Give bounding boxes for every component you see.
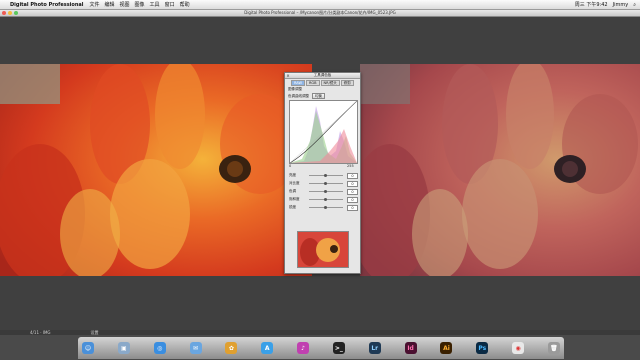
tab-trim[interactable]: 修剪 bbox=[340, 80, 354, 86]
palette-titlebar[interactable]: × 工具调色板 bbox=[285, 73, 360, 79]
menu-edit[interactable]: 编辑 bbox=[105, 1, 115, 8]
hue-value[interactable]: 0 bbox=[347, 189, 358, 195]
dock: ☺ ▣ ◎ ✉ ✿ A ♪ >_ Lr Id Ai Ps ◉ 🗑 bbox=[78, 337, 564, 359]
safari-icon[interactable]: ◎ bbox=[153, 342, 166, 354]
slider-row-brightness: 亮度 0 bbox=[285, 173, 360, 179]
hue-slider[interactable] bbox=[309, 190, 343, 193]
curve-mode-button[interactable]: 均衡 bbox=[312, 93, 325, 99]
contrast-value[interactable]: 0 bbox=[347, 181, 358, 187]
user-name[interactable]: Jimmy bbox=[613, 2, 629, 8]
menu-file[interactable]: 文件 bbox=[89, 1, 99, 8]
status-left: 4/11 · IMG bbox=[30, 330, 51, 335]
slider-row-contrast: 对比度 0 bbox=[285, 181, 360, 187]
photo-before[interactable] bbox=[0, 64, 312, 276]
mail-icon[interactable]: ✉ bbox=[189, 342, 202, 354]
tab-nr-lens[interactable]: NR/镜头 bbox=[320, 80, 340, 86]
illustrator-icon[interactable]: Ai bbox=[440, 342, 453, 354]
photoshop-icon[interactable]: Ps bbox=[476, 342, 489, 354]
palette-title: 工具调色板 bbox=[313, 73, 332, 77]
slider-label: 亮度 bbox=[289, 173, 296, 177]
menu-bar: Digital Photo Professional 文件 编辑 视图 图像 工… bbox=[0, 0, 640, 10]
sharpness-slider[interactable] bbox=[309, 206, 343, 209]
sharpness-value[interactable]: 0 bbox=[347, 205, 358, 211]
close-button[interactable] bbox=[2, 11, 6, 15]
status-bar: 4/11 · IMG 设置 bbox=[0, 330, 640, 335]
menu-view[interactable]: 视图 bbox=[120, 1, 130, 8]
window-title: Digital Photo Professional – /Mycanon图片/… bbox=[244, 10, 396, 15]
itunes-icon[interactable]: ♪ bbox=[297, 342, 310, 354]
preview-icon[interactable]: ▣ bbox=[117, 342, 130, 354]
menu-image[interactable]: 图像 bbox=[135, 1, 145, 8]
slider-row-sharpness: 锐度 0 bbox=[285, 205, 360, 211]
slider-label: 色调 bbox=[289, 189, 296, 193]
tab-raw[interactable]: RAW bbox=[291, 80, 305, 86]
section-curve: 色调曲线调整 均衡 bbox=[288, 93, 325, 99]
slider-row-hue: 色调 0 bbox=[285, 189, 360, 195]
terminal-icon[interactable]: >_ bbox=[332, 342, 345, 354]
level-low: 0 bbox=[289, 164, 292, 168]
tone-curve-graph[interactable] bbox=[289, 100, 358, 164]
app-menu[interactable]: Digital Photo Professional bbox=[10, 2, 83, 8]
tab-rgb[interactable]: RGB bbox=[305, 80, 320, 86]
chrome-icon[interactable]: ◉ bbox=[512, 342, 525, 354]
slider-label: 锐度 bbox=[289, 205, 296, 209]
menu-tools[interactable]: 工具 bbox=[150, 1, 160, 8]
slider-row-saturation: 饱和度 0 bbox=[285, 197, 360, 203]
status-mid: 设置 bbox=[90, 330, 99, 335]
minimize-button[interactable] bbox=[8, 11, 12, 15]
close-icon[interactable]: × bbox=[286, 73, 290, 78]
photos-icon[interactable]: ✿ bbox=[225, 342, 238, 354]
photo-after[interactable] bbox=[360, 64, 640, 276]
section-image-adjust: 图像调整 bbox=[288, 87, 302, 92]
slider-label: 饱和度 bbox=[289, 197, 300, 201]
menu-help[interactable]: 帮助 bbox=[180, 1, 190, 8]
brightness-value[interactable]: 0 bbox=[347, 173, 358, 179]
menu-window[interactable]: 窗口 bbox=[165, 1, 175, 8]
tool-palette: × 工具调色板 RAW RGB NR/镜头 修剪 图像调整 色调曲线调整 均衡 … bbox=[284, 72, 361, 274]
window-titlebar: Digital Photo Professional – /Mycanon图片/… bbox=[0, 10, 640, 17]
finder-icon[interactable]: ☺ bbox=[82, 342, 94, 354]
slider-label: 对比度 bbox=[289, 181, 300, 185]
level-high: 255 bbox=[347, 164, 354, 168]
contrast-slider[interactable] bbox=[309, 182, 343, 185]
app-store-icon[interactable]: A bbox=[261, 342, 274, 354]
navigator-thumbnail[interactable] bbox=[297, 231, 349, 268]
palette-tabs: RAW RGB NR/镜头 修剪 bbox=[285, 79, 360, 87]
zoom-button[interactable] bbox=[14, 11, 18, 15]
search-icon[interactable]: ⌕ bbox=[633, 2, 636, 8]
trash-icon[interactable]: 🗑 bbox=[547, 342, 560, 354]
saturation-slider[interactable] bbox=[309, 198, 343, 201]
clock[interactable]: 周三 下午9:42 bbox=[575, 1, 608, 8]
section-curve-label: 色调曲线调整 bbox=[288, 93, 309, 98]
lightroom-icon[interactable]: Lr bbox=[368, 342, 381, 354]
indesign-icon[interactable]: Id bbox=[404, 342, 417, 354]
saturation-value[interactable]: 0 bbox=[347, 197, 358, 203]
brightness-slider[interactable] bbox=[309, 174, 343, 177]
section-image-adjust-label: 图像调整 bbox=[288, 87, 302, 91]
